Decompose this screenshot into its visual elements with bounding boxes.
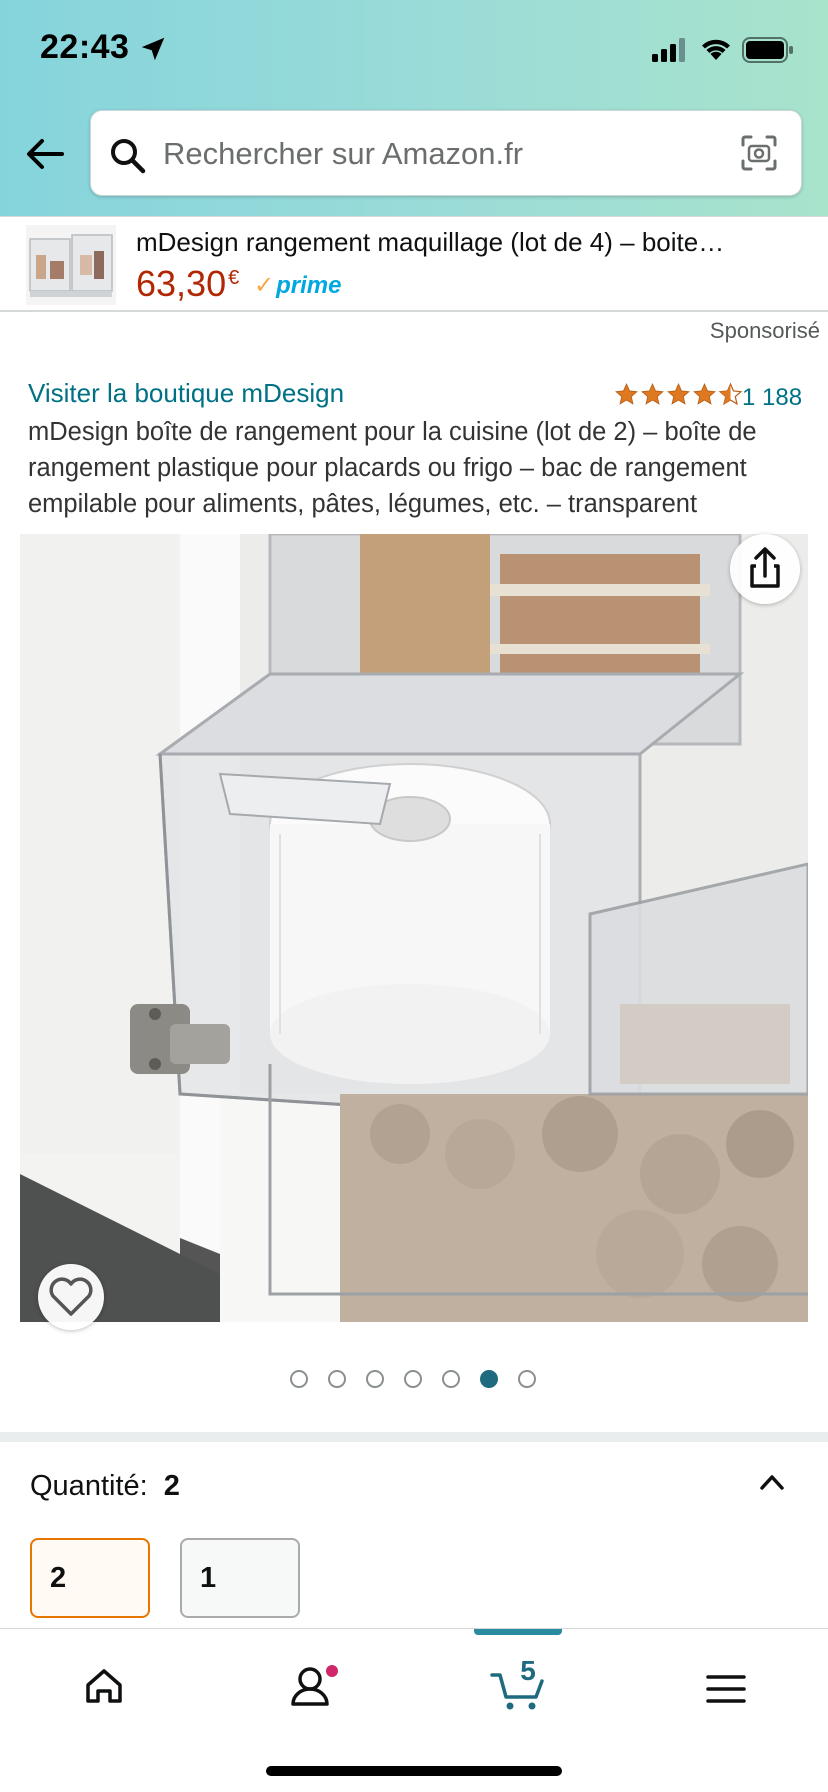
camera-search-icon[interactable] [739, 133, 779, 173]
sponsored-label: Sponsorisé [709, 318, 820, 343]
star-full-icon [667, 383, 690, 405]
back-arrow-icon[interactable] [24, 136, 66, 172]
carousel-dot[interactable] [366, 1370, 384, 1388]
battery-icon [742, 37, 793, 63]
search-input[interactable] [163, 129, 703, 179]
status-time: 22:43 [40, 28, 130, 66]
sponsored-product-thumbnail [26, 225, 116, 305]
favorite-button[interactable] [38, 1264, 104, 1330]
wifi-icon [702, 39, 730, 60]
product-title: mDesign boîte de rangement pour la cuisi… [28, 418, 757, 518]
nav-home[interactable] [54, 1649, 154, 1729]
nav-menu[interactable] [676, 1649, 776, 1729]
rating-stars[interactable] [614, 382, 743, 407]
nav-account[interactable] [260, 1649, 360, 1729]
status-bar: 22:43 [0, 0, 828, 100]
cart-count: 5 [520, 1655, 536, 1686]
hamburger-menu-icon [706, 1675, 746, 1703]
rating-count-link[interactable]: 1 188 [742, 384, 802, 412]
quantity-value: 2 [163, 1470, 180, 1502]
share-button[interactable] [730, 534, 800, 604]
carousel-dot[interactable] [290, 1370, 308, 1388]
search-icon [111, 139, 146, 174]
quantity-option-selected[interactable]: 2 [30, 1538, 150, 1618]
prime-label: prime [276, 272, 342, 299]
search-bar[interactable] [90, 110, 802, 196]
quantity-row: Quantité: 2 [30, 1470, 180, 1503]
section-divider [0, 1432, 828, 1442]
star-full-icon [693, 383, 716, 405]
quantity-option[interactable]: 1 [180, 1538, 300, 1618]
share-icon [750, 547, 780, 588]
image-carousel-dots [290, 1370, 536, 1388]
price-amount: 63,30 [136, 263, 227, 304]
sponsored-product-price: 63,30 € [136, 263, 239, 305]
prime-check-icon: ✓ [254, 272, 275, 299]
store-link[interactable]: Visiter la boutique mDesign [28, 378, 344, 409]
sponsored-product-title: mDesign rangement maquillage (lot de 4) … [136, 227, 725, 257]
sponsored-product-banner[interactable]: mDesign rangement maquillage (lot de 4) … [0, 216, 828, 312]
active-tab-indicator [474, 1629, 562, 1635]
home-indicator [266, 1766, 562, 1776]
star-full-icon [615, 383, 638, 405]
notification-dot [324, 1663, 340, 1679]
carousel-dot-active[interactable] [480, 1370, 498, 1388]
chevron-up-icon[interactable] [756, 1466, 788, 1498]
heart-icon [49, 1277, 93, 1316]
cellular-signal-icon [652, 38, 685, 62]
prime-badge: ✓prime [254, 271, 341, 300]
home-icon [86, 1669, 122, 1703]
user-icon [291, 1667, 329, 1706]
location-arrow-icon [141, 37, 165, 61]
carousel-dot[interactable] [404, 1370, 422, 1388]
carousel-dot[interactable] [518, 1370, 536, 1388]
quantity-label: Quantité: [30, 1470, 148, 1502]
app-header: 22:43 [0, 0, 828, 216]
product-image[interactable] [20, 534, 808, 1322]
carousel-dot[interactable] [442, 1370, 460, 1388]
price-currency: € [228, 267, 240, 289]
carousel-dot[interactable] [328, 1370, 346, 1388]
star-half-icon [718, 382, 743, 406]
nav-cart[interactable]: 5 [468, 1649, 568, 1729]
star-full-icon [641, 383, 664, 405]
